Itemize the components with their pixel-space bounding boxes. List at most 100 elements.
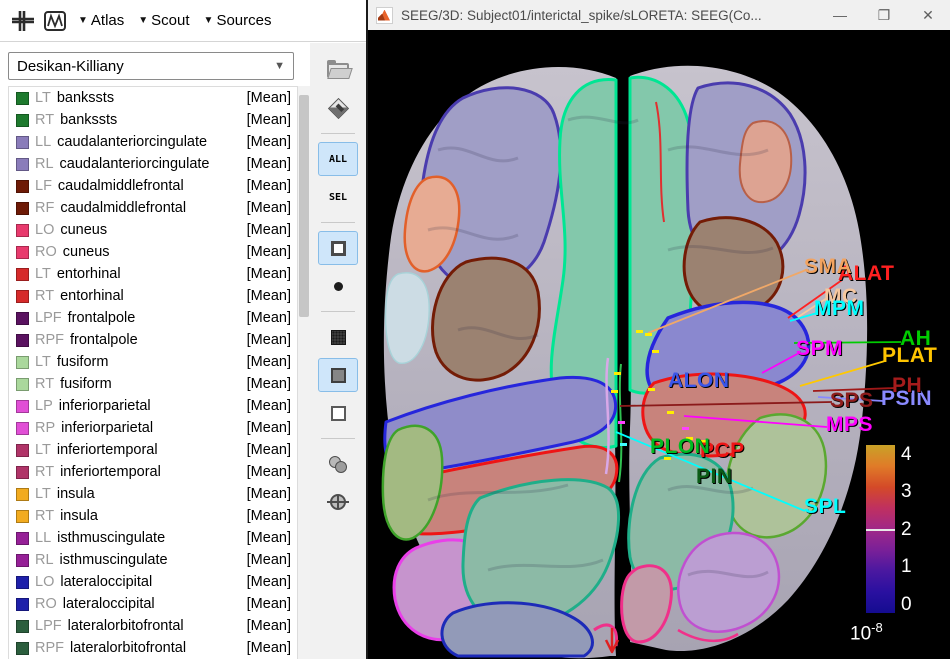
scout-function: [Mean] bbox=[247, 134, 291, 150]
minimize-button[interactable]: — bbox=[818, 0, 862, 30]
patch-style-filled-button[interactable] bbox=[318, 358, 358, 392]
scout-color-swatch bbox=[16, 158, 29, 171]
scout-prefix: LT bbox=[35, 266, 51, 282]
colorbar-tick: 2 bbox=[901, 520, 912, 539]
scout-name: lateralorbitofrontal bbox=[70, 640, 186, 656]
maximize-button[interactable]: ❐ bbox=[862, 0, 906, 30]
colorbar[interactable] bbox=[866, 445, 895, 613]
scout-row[interactable]: RPFlateralorbitofrontal[Mean] bbox=[9, 637, 297, 659]
scout-color-swatch bbox=[16, 312, 29, 325]
scout-row[interactable]: RLcaudalanteriorcingulate[Mean] bbox=[9, 153, 297, 175]
scout-row[interactable]: ROcuneus[Mean] bbox=[9, 241, 297, 263]
colorbar-exponent: -8 bbox=[871, 620, 883, 635]
scout-prefix: RT bbox=[35, 288, 54, 304]
scout-function: [Mean] bbox=[247, 288, 291, 304]
scout-prefix: LL bbox=[35, 530, 51, 546]
scout-row[interactable]: RTbankssts[Mean] bbox=[9, 109, 297, 131]
scrollbar-thumb[interactable] bbox=[299, 95, 309, 317]
electrode-label-mpm: MPM bbox=[814, 298, 865, 319]
scout-row[interactable]: LFcaudalmiddlefrontal[Mean] bbox=[9, 175, 297, 197]
menu-sources-label: Sources bbox=[216, 12, 271, 29]
menu-atlas[interactable]: ▼ Atlas bbox=[74, 10, 128, 31]
scout-function: [Mean] bbox=[247, 442, 291, 458]
scout-point-button[interactable] bbox=[318, 269, 358, 303]
scout-row[interactable]: ROlateraloccipital[Mean] bbox=[9, 593, 297, 615]
scout-color-swatch bbox=[16, 268, 29, 281]
scout-panel: ▼ Atlas ▼ Scout ▼ Sources Desikan-Killia… bbox=[0, 0, 366, 659]
scout-prefix: RPF bbox=[35, 332, 64, 348]
menu-scout[interactable]: ▼ Scout bbox=[134, 10, 193, 31]
scout-name: frontalpole bbox=[70, 332, 138, 348]
scout-row[interactable]: RTinferiortemporal[Mean] bbox=[9, 461, 297, 483]
scout-color-swatch bbox=[16, 422, 29, 435]
scout-row[interactable]: LPinferiorparietal[Mean] bbox=[9, 395, 297, 417]
scout-prefix: LPF bbox=[35, 310, 62, 326]
scout-row[interactable]: LTentorhinal[Mean] bbox=[9, 263, 297, 285]
scout-name: lateralorbitofrontal bbox=[68, 618, 184, 634]
patch-style-transparent-button[interactable] bbox=[318, 396, 358, 430]
figure-title-bar[interactable]: SEEG/3D: Subject01/interictal_spike/sLOR… bbox=[368, 0, 950, 30]
dropdown-arrow-icon: ▼ bbox=[138, 16, 148, 26]
scout-name: cuneus bbox=[63, 244, 110, 260]
atlas-select[interactable]: Desikan-Killiany ▼ bbox=[8, 52, 294, 80]
scout-row[interactable]: LPFfrontalpole[Mean] bbox=[9, 307, 297, 329]
scout-row[interactable]: RFcaudalmiddlefrontal[Mean] bbox=[9, 197, 297, 219]
patch-style-dense-button[interactable] bbox=[318, 320, 358, 354]
scout-color-swatch bbox=[16, 642, 29, 655]
scout-name: caudalmiddlefrontal bbox=[58, 178, 184, 194]
scout-color-swatch bbox=[16, 378, 29, 391]
menu-sources[interactable]: ▼ Sources bbox=[200, 10, 276, 31]
show-all-scouts-button[interactable]: ALL bbox=[318, 142, 358, 176]
scout-row[interactable]: LOcuneus[Mean] bbox=[9, 219, 297, 241]
scout-row[interactable]: RPinferiorparietal[Mean] bbox=[9, 417, 297, 439]
colorbar-scale: 10-8 bbox=[850, 620, 883, 645]
project-scouts-button[interactable] bbox=[318, 485, 358, 519]
scout-row[interactable]: LTinsula[Mean] bbox=[9, 483, 297, 505]
scout-function: [Mean] bbox=[247, 464, 291, 480]
scout-row[interactable]: LListhmuscingulate[Mean] bbox=[9, 527, 297, 549]
scout-row[interactable]: LOlateraloccipital[Mean] bbox=[9, 571, 297, 593]
electrode-label-alon: ALON bbox=[668, 370, 730, 391]
scout-prefix: RO bbox=[35, 596, 57, 612]
scout-prefix: LT bbox=[35, 90, 51, 106]
scout-row[interactable]: LTinferiortemporal[Mean] bbox=[9, 439, 297, 461]
white-square-icon bbox=[331, 406, 346, 421]
scout-prefix: RO bbox=[35, 244, 57, 260]
signal-recordings-icon[interactable] bbox=[42, 8, 68, 34]
load-atlas-button[interactable] bbox=[318, 53, 358, 87]
scout-row[interactable]: LLcaudalanteriorcingulate[Mean] bbox=[9, 131, 297, 153]
scout-row[interactable]: LPFlateralorbitofrontal[Mean] bbox=[9, 615, 297, 637]
scout-row[interactable]: RTfusiform[Mean] bbox=[9, 373, 297, 395]
colorbar-tick: 1 bbox=[901, 557, 912, 576]
scout-row[interactable]: RPFfrontalpole[Mean] bbox=[9, 329, 297, 351]
scout-row[interactable]: LTfusiform[Mean] bbox=[9, 351, 297, 373]
electrode-label-spl: SPL bbox=[804, 496, 846, 517]
toggle-scout-contour-button[interactable] bbox=[318, 231, 358, 265]
scout-row[interactable]: RTentorhinal[Mean] bbox=[9, 285, 297, 307]
scout-function: [Mean] bbox=[247, 530, 291, 546]
save-atlas-button[interactable] bbox=[318, 91, 358, 125]
scout-row[interactable]: LTbankssts[Mean] bbox=[9, 87, 297, 109]
colorbar-tick: 3 bbox=[901, 482, 912, 501]
scout-name: fusiform bbox=[57, 354, 109, 370]
brain-3d-viewport[interactable]: ALATMCPCPPSINSMAMPMAHSPMPLATPHSPSMPSALON… bbox=[368, 30, 950, 659]
wire-sphere-icon bbox=[330, 494, 346, 510]
scout-function: [Mean] bbox=[247, 420, 291, 436]
signal-icon-svg bbox=[43, 10, 67, 32]
scout-function: [Mean] bbox=[247, 178, 291, 194]
dot-icon bbox=[334, 282, 343, 291]
scout-list[interactable]: LTbankssts[Mean]RTbankssts[Mean]LLcaudal… bbox=[8, 86, 298, 659]
electrode-label-plat: PLAT bbox=[882, 345, 937, 366]
matlab-icon bbox=[376, 7, 393, 24]
close-button[interactable]: ✕ bbox=[906, 0, 950, 30]
scout-function: [Mean] bbox=[247, 508, 291, 524]
overlay-scouts-button[interactable] bbox=[318, 447, 358, 481]
crosshair-icon[interactable] bbox=[10, 8, 36, 34]
scout-name: isthmuscingulate bbox=[60, 552, 168, 568]
scout-row[interactable]: RListhmuscingulate[Mean] bbox=[9, 549, 297, 571]
scout-list-scrollbar[interactable] bbox=[298, 86, 310, 659]
scout-row[interactable]: RTinsula[Mean] bbox=[9, 505, 297, 527]
scout-color-swatch bbox=[16, 356, 29, 369]
scout-function: [Mean] bbox=[247, 552, 291, 568]
show-selected-scouts-button[interactable]: SEL bbox=[318, 180, 358, 214]
